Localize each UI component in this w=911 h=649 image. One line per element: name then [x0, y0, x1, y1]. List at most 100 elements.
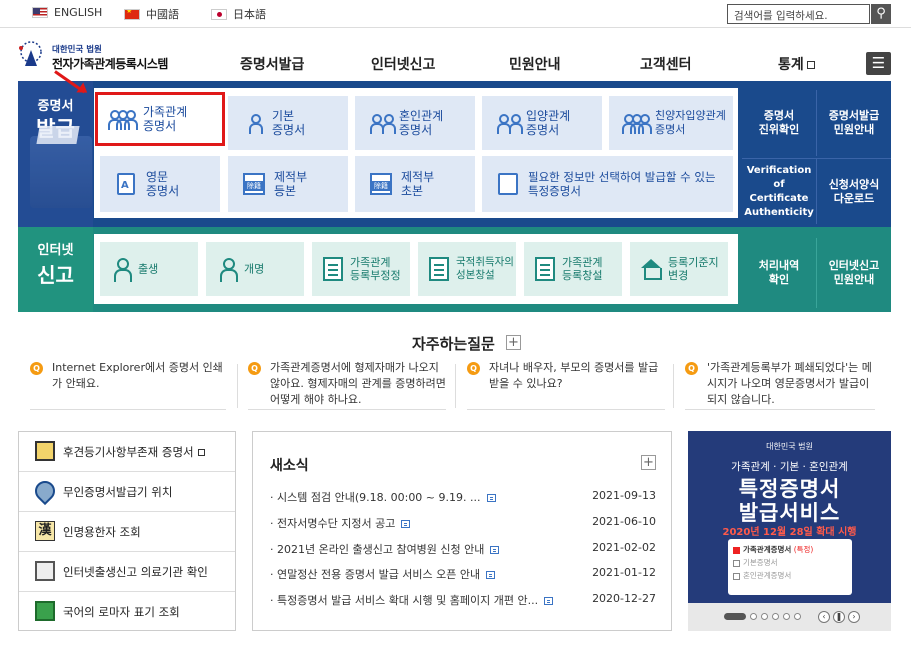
document-pen-icon — [532, 256, 558, 282]
news-item[interactable]: · 연말정산 전용 증명서 발급 서비스 오픈 안내 2021-01-12 — [270, 566, 656, 582]
news-more-button[interactable]: + — [641, 455, 656, 470]
card-marriage-cert[interactable]: 혼인관계 증명서 — [355, 96, 475, 150]
card-family-relation-cert[interactable]: 가족관계 증명서 — [95, 92, 225, 146]
nav-certificates[interactable]: 증명서발급 — [240, 54, 304, 74]
question-icon: Q — [248, 362, 261, 375]
faq-item[interactable]: Q '가족관계등록부가 폐쇄되었다'는 메시지가 나오며 영문증명서가 발급이 … — [685, 360, 875, 410]
banner-controls: ‹ ❚ › — [688, 603, 891, 631]
card-registration-base-change[interactable]: 등록기준지 변경 — [630, 242, 728, 296]
card-removed-register-copy[interactable]: 除籍 제적부 등본 — [228, 156, 348, 212]
card-surname-creation[interactable]: 국적취득자의 성본창설 — [418, 242, 516, 296]
removed-register-icon: 除籍 — [238, 170, 270, 198]
menu-icon: ☰ — [871, 54, 886, 72]
divider — [455, 364, 456, 408]
location-pin-icon — [30, 476, 60, 506]
quick-hanja-lookup[interactable]: 漢 인명용한자 조회 — [19, 512, 235, 552]
printer-illustration — [30, 136, 92, 208]
news-item[interactable]: · 2021년 온라인 출생신고 참여병원 신청 안내 2021-02-02 — [270, 541, 656, 557]
nav-internet-report[interactable]: 인터넷신고 — [371, 54, 435, 74]
news-item[interactable]: · 전자서명수단 지정서 공고 2021-06-10 — [270, 515, 656, 531]
process-history-button[interactable]: 처리내역 확인 — [742, 238, 816, 308]
document-icon — [401, 520, 411, 528]
quick-hospital-check[interactable]: 인터넷출생신고 의료기관 확인 — [19, 552, 235, 592]
hamburger-menu-button[interactable]: ☰ — [866, 52, 891, 75]
banner-form-illustration: 가족관계증명서 (특정) 기본증명서 혼인관계증명서 — [728, 539, 852, 595]
document-icon — [486, 571, 496, 579]
us-flag-icon — [32, 7, 48, 18]
nav-civil-guide[interactable]: 민원안내 — [509, 54, 561, 74]
card-name-change[interactable]: 개명 — [206, 242, 304, 296]
verification-en-button[interactable]: Verification of Certificate Authenticity — [742, 158, 816, 224]
id-card-icon — [426, 256, 452, 282]
question-icon: Q — [467, 362, 480, 375]
card-register-correction[interactable]: 가족관계 등록부정정 — [312, 242, 410, 296]
next-slide-button[interactable]: › — [848, 611, 860, 623]
lang-japanese[interactable]: 日本語 — [211, 6, 266, 22]
search-input[interactable]: 검색어를 입력하세요. — [727, 4, 870, 24]
news-item[interactable]: · 시스템 점검 안내(9.18. 00:00 ~ 9.19. ... 2021-… — [270, 489, 656, 505]
report-section-label: 인터넷 신고 — [18, 227, 93, 312]
name-change-icon — [214, 256, 240, 282]
quick-romanization[interactable]: 국어의 로마자 표기 조회 — [19, 592, 235, 632]
form-download-button[interactable]: 신청서양식 다운로드 — [816, 158, 891, 224]
card-register-creation[interactable]: 가족관계 등록창설 — [524, 242, 622, 296]
news-title: 새소식 — [270, 458, 309, 474]
card-basic-cert[interactable]: 기본 증명서 — [228, 96, 348, 150]
jp-flag-icon — [211, 8, 227, 20]
faq-item[interactable]: Q 가족관계증명서에 형제자매가 나오지 않아요. 형제자매의 관계를 증명하려… — [248, 360, 446, 410]
card-removed-register-extract[interactable]: 除籍 제적부 초본 — [355, 156, 475, 212]
promo-banner[interactable]: 대한민국 법원 가족관계 · 기본 · 혼인관계 특정증명서 발급서비스 202… — [688, 431, 891, 631]
slide-indicators[interactable] — [724, 613, 801, 620]
quick-links-box: 후견등기사항부존재 증명서 무인증명서발급기 위치 漢 인명용한자 조회 인터넷… — [18, 431, 236, 631]
quick-kiosk-location[interactable]: 무인증명서발급기 위치 — [19, 472, 235, 512]
faq-item[interactable]: Q Internet Explorer에서 증명서 인쇄가 안돼요. — [30, 360, 226, 410]
language-bar: ENGLISH 中國語 日本語 검색어를 입력하세요. ⚲ — [0, 0, 911, 28]
news-item[interactable]: · 특정증명서 발급 서비스 확대 시행 및 홈페이지 개편 안... 2020-… — [270, 592, 656, 608]
lang-chinese[interactable]: 中國語 — [124, 6, 179, 22]
hanja-icon: 漢 — [35, 521, 55, 541]
card-adoption-cert[interactable]: 입양관계 증명서 — [482, 96, 602, 150]
document-edit-icon — [320, 256, 346, 282]
cert-verify-button[interactable]: 증명서 진위확인 — [742, 90, 816, 156]
document-icon — [490, 546, 500, 554]
english-doc-icon: A — [110, 170, 142, 198]
card-specific-cert[interactable]: 필요한 정보만 선택하여 발급할 수 있는 특정증명서 — [482, 156, 733, 212]
divider — [237, 364, 238, 408]
card-english-cert[interactable]: A 영문 증명서 — [100, 156, 220, 212]
court-emblem-icon — [19, 41, 42, 66]
faq-title: 자주하는질문 — [412, 335, 495, 353]
cert-guide-button[interactable]: 증명서발급 민원안내 — [816, 90, 891, 156]
document-icon — [486, 494, 496, 502]
nav-statistics[interactable]: 통계 — [778, 54, 815, 74]
family-icon — [105, 105, 138, 133]
full-adoption-icon — [619, 109, 652, 137]
faq-item[interactable]: Q 자녀나 배우자, 부모의 증명서를 발급 받을 수 있나요? — [467, 360, 665, 410]
removed-register-icon: 除籍 — [365, 170, 397, 198]
card-birth-report[interactable]: 출생 — [100, 242, 198, 296]
report-guide-button[interactable]: 인터넷신고 민원안내 — [816, 238, 891, 308]
hospital-icon — [35, 561, 55, 581]
card-full-adoption-cert[interactable]: 친양자입양관계 증명서 — [609, 96, 733, 150]
logo-title[interactable]: 전자가족관계등록시스템 — [52, 55, 168, 72]
pause-slide-button[interactable]: ❚ — [833, 611, 845, 623]
faq-more-button[interactable]: + — [506, 335, 521, 350]
person-icon — [238, 109, 270, 137]
couple-icon — [365, 109, 397, 137]
question-icon: Q — [685, 362, 698, 375]
baby-icon — [108, 256, 134, 282]
cn-flag-icon — [124, 8, 140, 20]
divider — [673, 364, 674, 408]
lang-english[interactable]: ENGLISH — [32, 6, 102, 19]
prev-slide-button[interactable]: ‹ — [818, 611, 830, 623]
nav-customer-center[interactable]: 고객센터 — [640, 54, 692, 74]
house-icon — [638, 256, 664, 282]
document-search-icon — [492, 170, 524, 198]
logo-subtitle: 대한민국 법원 — [52, 45, 102, 55]
question-icon: Q — [30, 362, 43, 375]
search-icon: ⚲ — [876, 6, 886, 21]
external-link-icon — [197, 449, 205, 456]
search-button[interactable]: ⚲ — [871, 4, 891, 24]
document-icon — [35, 441, 55, 461]
quick-guardianship-cert[interactable]: 후견등기사항부존재 증명서 — [19, 432, 235, 472]
external-link-icon — [806, 61, 815, 69]
